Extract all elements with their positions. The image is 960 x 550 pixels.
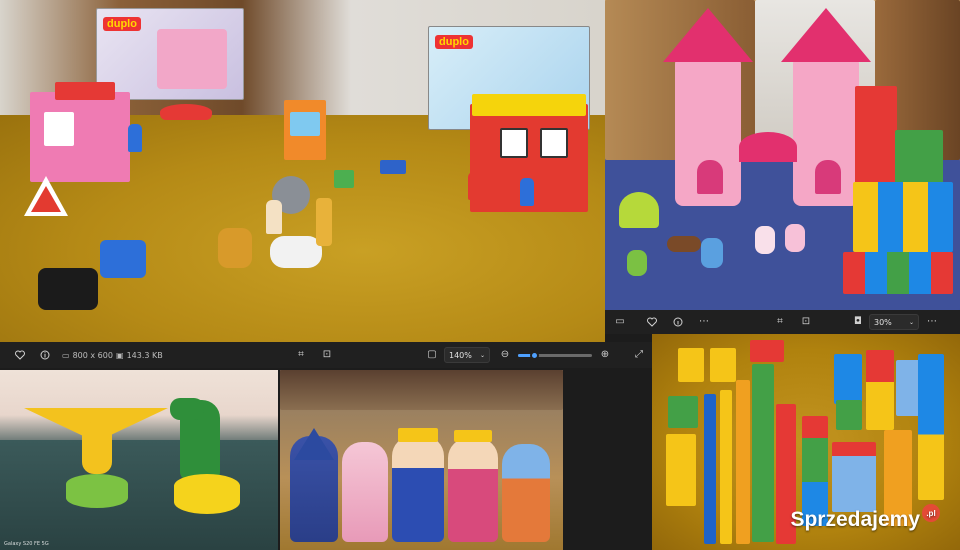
watermark-logo: Sprzedajemy .pl	[790, 504, 940, 532]
duplo-box-left: duplo	[96, 8, 244, 100]
figure	[785, 224, 805, 252]
aspect-icon[interactable]: ⊡	[320, 348, 334, 362]
photo-dinosaur-stamps: Galaxy S20 FE 5G	[0, 370, 278, 550]
block	[666, 434, 696, 506]
block	[918, 354, 944, 500]
fit-window-icon[interactable]: ▭	[613, 315, 627, 329]
blue-car	[100, 240, 146, 278]
block-stack	[855, 86, 897, 186]
zoom-slider-thumb[interactable]	[530, 351, 539, 360]
info-icon[interactable]	[38, 348, 52, 362]
black-car	[38, 268, 98, 310]
file-size-text: 143.3 KB	[126, 350, 163, 360]
jester-figure	[502, 444, 550, 542]
tower-roof-right	[781, 8, 871, 62]
green-leaf	[619, 192, 659, 228]
photo-royal-figures	[280, 370, 563, 550]
zoom-out-icon[interactable]: ⊖	[498, 348, 512, 362]
dimensions-text: 800 x 600	[72, 350, 113, 360]
princess-figure	[342, 442, 388, 542]
block	[710, 348, 736, 382]
zoom-value: 140%	[449, 350, 472, 360]
crown	[398, 428, 438, 442]
tall-block	[704, 394, 716, 544]
block-stack	[895, 130, 943, 186]
block-row	[843, 252, 953, 294]
crown	[454, 430, 492, 442]
image-icon: ▭	[62, 350, 70, 360]
zoom-dropdown[interactable]: 30% ⌄	[869, 314, 919, 330]
block	[668, 396, 698, 428]
file-size: ▣ 143.3 KB	[116, 342, 163, 368]
info-icon[interactable]	[671, 315, 685, 329]
red-umbrella	[160, 104, 212, 120]
tower-roof-left	[663, 8, 753, 62]
fit-window-icon[interactable]: ▢	[425, 348, 439, 362]
figure	[468, 172, 482, 200]
viewer-toolbar-main: ▭ 800 x 600 ▣ 143.3 KB ⌗ ⊡ ▢ 140% ⌄ ⊖ ⊕ …	[0, 342, 652, 368]
crop-icon[interactable]: ⌗	[294, 348, 308, 362]
viewer-toolbar-secondary: ▭ ⋯ ⌗ ⊡ ◘ 30% ⌄ ⋯	[605, 310, 960, 334]
figure	[627, 250, 647, 276]
aspect-icon[interactable]: ⊡	[799, 315, 813, 329]
figure	[128, 124, 142, 152]
block	[678, 348, 704, 382]
zoom-dropdown[interactable]: 140% ⌄	[444, 347, 490, 363]
photo-pink-castles	[605, 0, 960, 310]
block	[866, 350, 894, 430]
duplo-logo: duplo	[435, 35, 473, 49]
photo-duplo-sets: duplo duplo	[0, 0, 605, 342]
figure	[755, 226, 775, 254]
zoom-value: 30%	[874, 317, 892, 327]
red-roof	[55, 82, 115, 100]
block	[836, 400, 862, 430]
block	[832, 442, 876, 512]
stamp-base	[66, 474, 128, 508]
zoom-in-icon[interactable]: ⊕	[598, 348, 612, 362]
image-dimensions: ▭ 800 x 600	[62, 342, 113, 368]
figure	[701, 238, 723, 268]
wizard-hat	[294, 428, 334, 460]
more-icon[interactable]: ⋯	[697, 315, 711, 329]
figure	[520, 178, 534, 206]
watermark-text: Sprzedajemy	[790, 508, 920, 531]
duplo-logo: duplo	[103, 17, 141, 31]
stamp-base	[174, 474, 240, 514]
fullscreen-icon[interactable]: ⤢	[632, 348, 646, 362]
heart-icon[interactable]	[645, 315, 659, 329]
save-icon: ▣	[116, 350, 124, 360]
tall-block	[736, 380, 750, 544]
block	[834, 354, 862, 404]
figure	[266, 200, 282, 234]
block	[750, 340, 784, 362]
camera-label: Galaxy S20 FE 5G	[4, 541, 49, 547]
king-figure	[392, 436, 444, 542]
heart-icon[interactable]	[13, 348, 27, 362]
camera-icon[interactable]: ◘	[851, 315, 865, 329]
chevron-down-icon: ⌄	[908, 318, 914, 326]
polar-bear	[270, 236, 322, 268]
watermark-badge: .pl	[922, 504, 940, 522]
crop-icon[interactable]: ⌗	[773, 315, 787, 329]
queen-figure	[448, 438, 498, 542]
tall-block	[720, 390, 732, 544]
tall-block	[752, 364, 774, 542]
chevron-down-icon: ⌄	[479, 351, 485, 359]
giraffe	[316, 198, 332, 246]
lion	[218, 228, 252, 268]
more-icon[interactable]: ⋯	[925, 315, 939, 329]
block-stack	[853, 182, 953, 252]
